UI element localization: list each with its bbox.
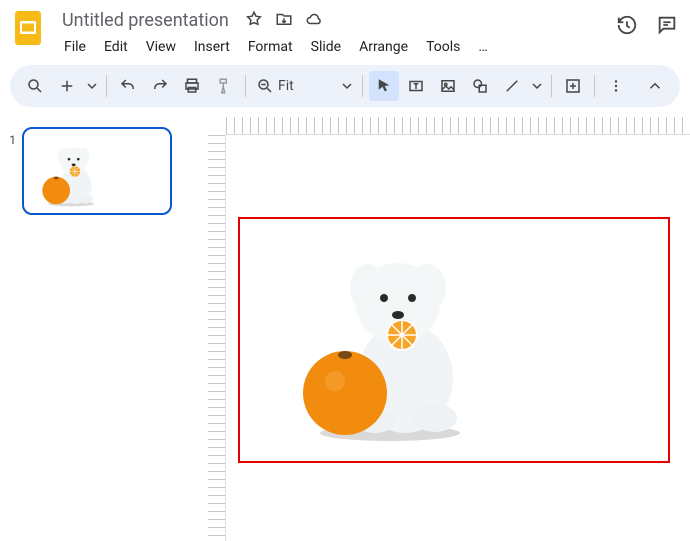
menu-bar: File Edit View Insert Format Slide Arran… (56, 35, 608, 59)
menu-more[interactable]: … (470, 35, 495, 59)
history-icon[interactable] (616, 14, 638, 40)
slide-canvas[interactable] (238, 217, 670, 463)
comments-icon[interactable] (656, 14, 678, 40)
collapse-toolbar-button[interactable] (640, 71, 670, 101)
doc-title[interactable]: Untitled presentation (56, 8, 235, 33)
zoom-label: Fit (278, 78, 314, 94)
ruler-horizontal (226, 117, 690, 135)
new-slide-button[interactable] (52, 71, 82, 101)
shape-tool[interactable] (465, 71, 495, 101)
textbox-tool[interactable] (401, 71, 431, 101)
menu-file[interactable]: File (56, 35, 94, 59)
zoom-control[interactable]: Fit (252, 77, 356, 95)
menu-view[interactable]: View (138, 35, 184, 59)
new-slide-dropdown[interactable] (84, 71, 100, 101)
line-tool-dropdown[interactable] (529, 71, 545, 101)
line-tool[interactable] (497, 71, 527, 101)
menu-slide[interactable]: Slide (303, 35, 349, 59)
toolbar: Fit (10, 65, 680, 107)
menu-tools[interactable]: Tools (418, 35, 468, 59)
slide-number: 1 (6, 127, 16, 147)
redo-button[interactable] (145, 71, 175, 101)
menu-edit[interactable]: Edit (96, 35, 136, 59)
menu-arrange[interactable]: Arrange (351, 35, 416, 59)
print-button[interactable] (177, 71, 207, 101)
cloud-icon[interactable] (305, 10, 323, 32)
menu-format[interactable]: Format (240, 35, 301, 59)
undo-button[interactable] (113, 71, 143, 101)
menu-insert[interactable]: Insert (186, 35, 238, 59)
move-icon[interactable] (275, 10, 293, 32)
image-tool[interactable] (433, 71, 463, 101)
canvas-area (200, 117, 690, 541)
comment-insert-button[interactable] (558, 71, 588, 101)
filmstrip: 1 (0, 117, 200, 541)
slides-logo[interactable] (8, 8, 48, 48)
paint-format-button[interactable] (209, 71, 239, 101)
search-button[interactable] (20, 71, 50, 101)
slide-image[interactable] (290, 243, 490, 443)
select-tool[interactable] (369, 71, 399, 101)
slide-thumbnail-row: 1 (6, 127, 194, 215)
ruler-vertical (208, 135, 226, 541)
slide-thumbnail[interactable] (22, 127, 172, 215)
more-tools-button[interactable] (601, 71, 631, 101)
star-icon[interactable] (245, 10, 263, 32)
